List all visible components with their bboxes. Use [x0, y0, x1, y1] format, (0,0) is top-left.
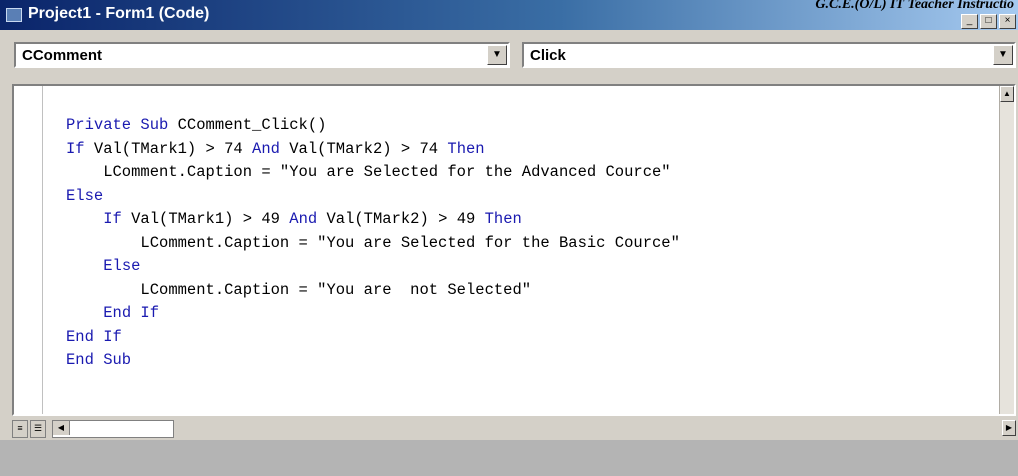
code-token: LComment.Caption = "You are Selected for…	[66, 163, 671, 181]
code-keyword: Then	[447, 139, 485, 158]
margin-indicator-bar[interactable]	[14, 86, 43, 414]
window-title: Project1 - Form1 (Code)	[28, 5, 210, 22]
code-token: LComment.Caption = "You are Selected for…	[66, 233, 680, 252]
code-token: Val(TMark2) > 74	[279, 139, 448, 158]
code-token: Val(TMark1) > 49	[131, 210, 290, 228]
code-line[interactable]: Private Sub CComment_Click()	[66, 114, 680, 138]
procedure-dropdown-value: Click	[530, 47, 566, 64]
code-line[interactable]: Else	[66, 255, 680, 279]
minimize-button[interactable]: _	[961, 14, 978, 29]
object-dropdown-value: CComment	[22, 47, 103, 64]
code-line[interactable]: LComment.Caption = "You are Selected for…	[66, 232, 680, 256]
object-dropdown[interactable]: CComment ▼	[14, 42, 510, 68]
vertical-scrollbar[interactable]: ▲	[999, 86, 1014, 414]
code-line[interactable]: End Sub	[66, 349, 680, 373]
code-line[interactable]: If Val(TMark1) > 49 And Val(TMark2) > 49…	[66, 208, 680, 232]
vb-code-window-icon	[6, 8, 22, 22]
code-editor[interactable]: Private Sub CComment_Click() If Val(TMark…	[12, 84, 1016, 416]
code-keyword: Then	[484, 210, 522, 228]
combo-toolbar: CComment ▼ Click ▼	[0, 30, 1018, 80]
code-line[interactable]: LComment.Caption = "You are not Selected…	[66, 279, 680, 303]
procedure-dropdown[interactable]: Click ▼	[522, 42, 1016, 68]
chevron-down-icon[interactable]: ▼	[487, 45, 507, 65]
code-line[interactable]: LComment.Caption = "You are Selected for…	[66, 161, 680, 185]
code-text[interactable]: Private Sub CComment_Click() If Val(TMark…	[66, 114, 680, 373]
code-keyword: End If	[66, 327, 122, 346]
editor-status-bar: ≡ ☰ ◀ ▶	[0, 416, 1018, 440]
scroll-up-arrow-icon[interactable]: ▲	[1000, 86, 1014, 102]
code-token: CComment_Click()	[177, 116, 327, 134]
maximize-button[interactable]: □	[980, 14, 997, 29]
bottom-strip	[0, 440, 1018, 476]
scroll-right-arrow-icon[interactable]: ▶	[1002, 420, 1016, 436]
scroll-left-arrow-icon[interactable]: ◀	[53, 421, 70, 435]
code-keyword: If	[103, 210, 132, 228]
close-button[interactable]: ×	[999, 14, 1016, 29]
code-line[interactable]: End If	[66, 302, 680, 326]
code-token: Val(TMark2) > 49	[317, 210, 485, 228]
code-keyword: If	[66, 139, 94, 158]
code-keyword: Private Sub	[66, 116, 178, 134]
code-line[interactable]: End If	[66, 326, 680, 350]
code-keyword: Else	[103, 257, 141, 275]
code-keyword: End If	[103, 304, 160, 322]
code-keyword: And	[289, 210, 318, 228]
title-bar: Project1 - Form1 (Code) G.C.E.(O/L) IT T…	[0, 0, 1018, 30]
code-keyword: And	[252, 139, 280, 158]
code-line[interactable]: If Val(TMark1) > 74 And Val(TMark2) > 74…	[66, 138, 680, 162]
horizontal-scrollbar[interactable]: ◀	[52, 420, 174, 438]
code-keyword: End Sub	[66, 351, 132, 369]
watermark-text: G.C.E.(O/L) IT Teacher Instructio	[815, 0, 1014, 12]
code-line[interactable]: Else	[66, 185, 680, 209]
code-keyword: Else	[66, 186, 104, 205]
full-module-view-button[interactable]: ☰	[30, 420, 46, 438]
procedure-view-button[interactable]: ≡	[12, 420, 28, 438]
code-token: LComment.Caption = "You are not Selected…	[66, 280, 532, 299]
chevron-down-icon[interactable]: ▼	[993, 45, 1013, 65]
code-token: Val(TMark1) > 74	[93, 139, 253, 158]
window-controls: _ □ ×	[961, 14, 1016, 29]
